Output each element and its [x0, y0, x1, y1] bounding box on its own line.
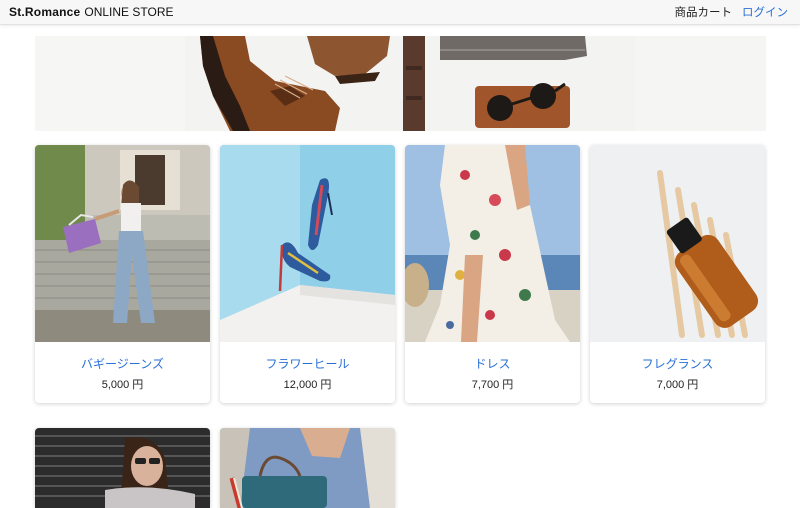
product-card[interactable] — [220, 428, 395, 508]
price-value: 5,000 — [101, 379, 130, 391]
carousel-slide-image — [35, 36, 766, 131]
product-card[interactable] — [35, 428, 210, 508]
product-image-flower-heels — [220, 145, 395, 342]
product-name[interactable]: フレグランス — [590, 355, 765, 372]
product-name[interactable]: ドレス — [405, 355, 580, 372]
product-card[interactable]: フレグランス 7,000 円 — [590, 145, 765, 403]
product-card[interactable]: バギージーンズ 5,000 円 — [35, 145, 210, 403]
price-value: 7,000 — [656, 379, 685, 391]
product-price: 5,000 円 — [35, 376, 210, 392]
price-value: 12,000 — [283, 379, 318, 391]
product-name[interactable]: フラワーヒール — [220, 355, 395, 372]
product-price: 7,000 円 — [590, 376, 765, 392]
price-currency: 円 — [502, 379, 514, 391]
store-logo[interactable]: St.Romance ONLINE STORE — [9, 5, 174, 19]
nav-links: 商品カート ログイン — [675, 4, 789, 20]
hero-carousel[interactable] — [35, 36, 766, 131]
product-image-dress — [405, 145, 580, 342]
product-card[interactable]: フラワーヒール 12,000 円 — [220, 145, 395, 403]
product-image-fragrance — [590, 145, 765, 342]
product-image — [220, 428, 395, 508]
product-name[interactable]: バギージーンズ — [35, 355, 210, 372]
cart-link[interactable]: 商品カート — [675, 4, 733, 20]
product-card[interactable]: ドレス 7,700 円 — [405, 145, 580, 403]
brand-name: St.Romance — [9, 5, 81, 19]
product-price: 12,000 円 — [220, 376, 395, 392]
price-value: 7,700 — [471, 379, 500, 391]
product-image — [35, 428, 210, 508]
price-currency: 円 — [687, 379, 699, 391]
price-currency: 円 — [132, 379, 144, 391]
login-link[interactable]: ログイン — [742, 4, 788, 20]
brand-subtitle: ONLINE STORE — [84, 5, 174, 19]
price-currency: 円 — [320, 379, 332, 391]
product-price: 7,700 円 — [405, 376, 580, 392]
product-image-baggy-jeans — [35, 145, 210, 342]
navbar: St.Romance ONLINE STORE 商品カート ログイン — [0, 0, 800, 25]
